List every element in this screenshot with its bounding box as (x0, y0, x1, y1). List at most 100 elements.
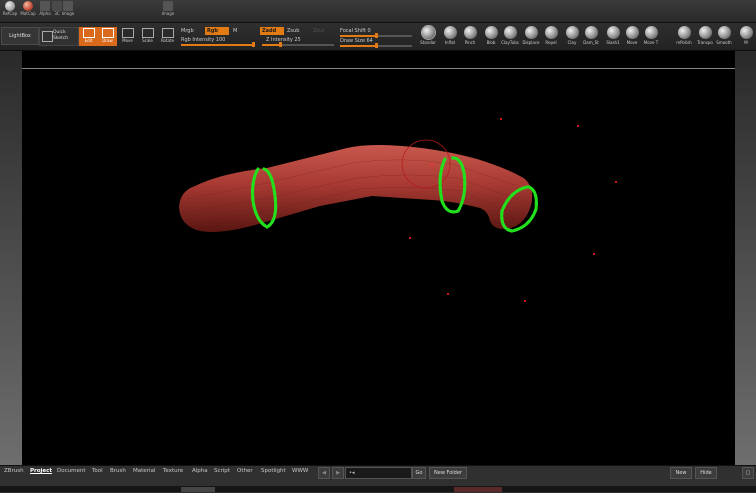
menu-project[interactable]: Project (30, 468, 52, 474)
quick-sketch-button[interactable]: Quick Sketch (39, 27, 79, 46)
menu-spotlight[interactable]: Spotlight (261, 468, 286, 474)
m-button[interactable]: M (231, 27, 239, 35)
brush-ball-icon (606, 26, 620, 39)
brush-5[interactable]: Displace (521, 26, 541, 45)
brush-8[interactable]: Dam_St (581, 26, 601, 45)
scene-render (179, 118, 617, 302)
zsub-button[interactable]: Zsub (285, 27, 301, 35)
zadd-button[interactable]: Zadd (260, 27, 284, 35)
canvas-viewport[interactable] (22, 51, 735, 465)
slider-knob[interactable] (252, 42, 255, 47)
path-field[interactable]: •◂ (345, 467, 412, 479)
brush-14[interactable]: Smooth (714, 26, 734, 45)
scale-button[interactable]: Scale (138, 27, 157, 46)
edit-button[interactable]: Edit (79, 27, 98, 46)
brush-1[interactable]: Inflat (440, 26, 460, 45)
menu-alpha[interactable]: Alpha (192, 468, 208, 474)
lightbox-button[interactable]: LightBox (1, 27, 39, 45)
image-icon (63, 1, 73, 11)
file-thumb[interactable] (181, 487, 215, 492)
brush-label: mPolish (676, 40, 692, 45)
brush-ball-icon (698, 26, 712, 39)
menu-other[interactable]: Other (237, 468, 253, 474)
slider-knob[interactable] (375, 43, 378, 48)
edit-icon (82, 28, 95, 38)
forward-button[interactable]: ▶ (332, 467, 344, 479)
mrgb-button[interactable]: Mrgb (179, 27, 196, 35)
brush-label: Repel (545, 40, 557, 45)
brush-label: Clay (567, 40, 577, 45)
brush-2[interactable]: Pinch (460, 26, 480, 45)
draw-icon (101, 28, 114, 38)
back-button[interactable]: ◀ (318, 467, 330, 479)
brush-7[interactable]: Clay (562, 26, 582, 45)
slider-knob[interactable] (279, 42, 282, 47)
draw-button[interactable]: Draw (98, 27, 117, 46)
move-icon (121, 28, 134, 38)
refcap-thumb[interactable]: RefCap (0, 0, 20, 22)
image-icon (163, 1, 173, 11)
image-thumb-2[interactable]: Image (158, 0, 178, 22)
right-shelf (735, 51, 756, 465)
brush-11[interactable]: Move T (641, 26, 661, 45)
brush-label: Slash1 (606, 40, 620, 45)
brush-4[interactable]: ClayTubs (500, 26, 520, 45)
draw-size-label: Draw Size 64 (340, 38, 373, 44)
left-shelf (0, 51, 22, 465)
menu-document[interactable]: Document (57, 468, 86, 474)
brush-label: Blob (486, 40, 496, 45)
brush-label: Displace (522, 40, 540, 45)
brush-ball-icon (524, 26, 538, 39)
brush-15[interactable]: M (736, 26, 756, 45)
brush-0[interactable]: Standar (418, 26, 438, 45)
file-thumbs (0, 486, 756, 492)
hide-button[interactable]: Hide (695, 467, 717, 479)
z-intensity-slider[interactable] (262, 42, 334, 47)
brush-ball-icon (421, 26, 435, 39)
file-thumb[interactable] (454, 487, 502, 492)
panel-toggle[interactable]: ▢ (742, 467, 754, 479)
brush-ball-icon (677, 26, 691, 39)
matcap-ball-icon (5, 1, 15, 11)
rgb-intensity-label: Rgb Intensity 100 (181, 37, 226, 43)
image-thumb[interactable]: Image (58, 0, 78, 22)
menu-material[interactable]: Material (133, 468, 155, 474)
rotate-icon (161, 28, 174, 38)
brush-ball-icon (584, 26, 598, 39)
slider-knob[interactable] (375, 33, 378, 38)
brush-3[interactable]: Blob (481, 26, 501, 45)
menu-www[interactable]: WWW (292, 468, 308, 474)
menu-script[interactable]: Script (214, 468, 230, 474)
brush-label: Move T (643, 40, 659, 45)
menu-tool[interactable]: Tool (92, 468, 103, 474)
brush-ball-icon (463, 26, 477, 39)
z-intensity-label: Z Intensity 25 (266, 37, 301, 43)
brush-label: Standar (420, 40, 436, 45)
go-button[interactable]: Go (412, 467, 426, 479)
brush-13[interactable]: Transpo (695, 26, 715, 45)
brush-label: Smooth (716, 40, 732, 45)
brush-ball-icon (644, 26, 658, 39)
brush-label: Move (626, 40, 638, 45)
rgb-button[interactable]: Rgb (205, 27, 229, 35)
brush-ball-icon (717, 26, 731, 39)
rotate-button[interactable]: Rotate (158, 27, 177, 46)
menu-texture[interactable]: Texture (163, 468, 183, 474)
zcut-button[interactable]: Zcut (311, 27, 326, 35)
brush-10[interactable]: Move (622, 26, 642, 45)
top-shelf: RefCap MatCap Alpha 3C Image Image (0, 0, 756, 23)
menu-brush[interactable]: Brush (110, 468, 126, 474)
brush-12[interactable]: mPolish (674, 26, 694, 45)
brush-label: ClayTubs (501, 40, 519, 45)
new-button[interactable]: New (670, 467, 692, 479)
brush-9[interactable]: Slash1 (603, 26, 623, 45)
menu-zbrush[interactable]: ZBrush (4, 468, 24, 474)
rgb-intensity-slider[interactable] (181, 42, 255, 47)
brush-6[interactable]: Repel (541, 26, 561, 45)
move-button[interactable]: Move (118, 27, 137, 46)
brush-label: Transpo (697, 40, 713, 45)
draw-size-slider[interactable] (340, 43, 412, 48)
brush-label: M (744, 40, 748, 45)
new-folder-button[interactable]: New Folder (429, 467, 467, 479)
bent-tube-mesh[interactable] (179, 145, 533, 232)
